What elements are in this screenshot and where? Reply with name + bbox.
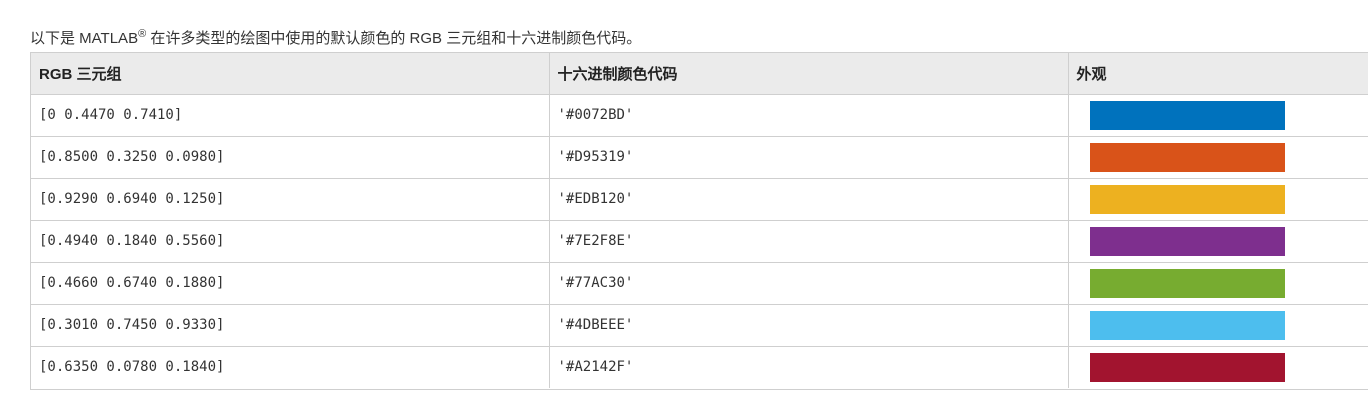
- rgb-cell: [0.9290 0.6940 0.1250]: [31, 178, 550, 221]
- appearance-cell: [1068, 220, 1368, 263]
- hex-cell: '#0072BD': [549, 94, 1069, 137]
- hex-cell: '#D95319': [549, 136, 1069, 179]
- header-appearance: 外观: [1068, 53, 1368, 95]
- hex-cell: '#EDB120': [549, 178, 1069, 221]
- registered-mark: ®: [138, 28, 147, 40]
- color-swatch: [1089, 142, 1285, 172]
- appearance-cell: [1068, 262, 1368, 305]
- appearance-cell: [1068, 136, 1368, 179]
- color-swatch: [1089, 226, 1285, 256]
- rgb-cell: [0.4940 0.1840 0.5560]: [31, 220, 550, 263]
- color-swatch: [1089, 184, 1285, 214]
- color-swatch: [1089, 100, 1285, 130]
- color-swatch: [1089, 268, 1285, 298]
- appearance-cell: [1068, 178, 1368, 221]
- table-row: [0.6350 0.0780 0.1840] '#A2142F': [31, 346, 1368, 388]
- hex-cell: '#A2142F': [549, 346, 1069, 388]
- table-row: [0.3010 0.7450 0.9330] '#4DBEEE': [31, 304, 1368, 347]
- appearance-cell: [1068, 304, 1368, 347]
- color-table: RGB 三元组 十六进制颜色代码 外观 [0 0.4470 0.7410] '#…: [31, 53, 1368, 388]
- appearance-cell: [1068, 94, 1368, 137]
- table-row: [0.4660 0.6740 0.1880] '#77AC30': [31, 262, 1368, 305]
- color-swatch: [1089, 352, 1285, 382]
- appearance-cell: [1068, 346, 1368, 388]
- table-row: [0 0.4470 0.7410] '#0072BD': [31, 94, 1368, 137]
- hex-cell: '#77AC30': [549, 262, 1069, 305]
- table-header-row: RGB 三元组 十六进制颜色代码 外观: [31, 53, 1368, 95]
- intro-after: 在许多类型的绘图中使用的默认颜色的 RGB 三元组和十六进制颜色代码。: [146, 30, 642, 47]
- hex-cell: '#4DBEEE': [549, 304, 1069, 347]
- rgb-cell: [0.3010 0.7450 0.9330]: [31, 304, 550, 347]
- rgb-cell: [0.8500 0.3250 0.0980]: [31, 136, 550, 179]
- table-row: [0.4940 0.1840 0.5560] '#7E2F8E': [31, 220, 1368, 263]
- color-table-container: RGB 三元组 十六进制颜色代码 外观 [0 0.4470 0.7410] '#…: [30, 52, 1368, 390]
- intro-text: 以下是 MATLAB® 在许多类型的绘图中使用的默认颜色的 RGB 三元组和十六…: [30, 29, 641, 49]
- rgb-cell: [0 0.4470 0.7410]: [31, 94, 550, 137]
- color-swatch: [1089, 310, 1285, 340]
- rgb-cell: [0.4660 0.6740 0.1880]: [31, 262, 550, 305]
- table-row: [0.8500 0.3250 0.0980] '#D95319': [31, 136, 1368, 179]
- intro-before: 以下是 MATLAB: [30, 30, 139, 47]
- table-row: [0.9290 0.6940 0.1250] '#EDB120': [31, 178, 1368, 221]
- hex-cell: '#7E2F8E': [549, 220, 1069, 263]
- header-rgb: RGB 三元组: [31, 53, 550, 95]
- header-hex: 十六进制颜色代码: [549, 53, 1069, 95]
- rgb-cell: [0.6350 0.0780 0.1840]: [31, 346, 550, 388]
